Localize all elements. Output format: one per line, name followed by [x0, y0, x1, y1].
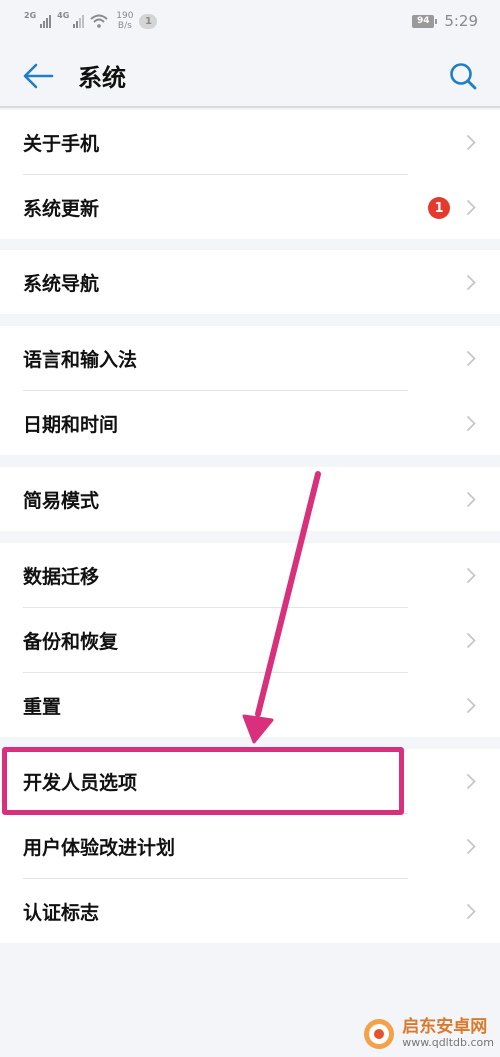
- chevron-right-icon: [466, 567, 476, 584]
- settings-group-3: 语言和输入法 日期和时间: [0, 326, 500, 455]
- watermark-logo-icon: [364, 1019, 395, 1049]
- back-arrow-icon[interactable]: [22, 61, 54, 91]
- chevron-right-icon: [466, 773, 476, 790]
- settings-item-developer-options[interactable]: 开发人员选项: [0, 749, 500, 813]
- item-label: 开发人员选项: [23, 771, 138, 794]
- status-left: 2G 4G 190 B/s 1: [24, 11, 158, 31]
- network-type-1: 2G: [24, 11, 37, 20]
- search-icon[interactable]: [448, 61, 478, 91]
- settings-item-language-input[interactable]: 语言和输入法: [0, 326, 500, 390]
- settings-group-4: 简易模式: [0, 467, 500, 531]
- settings-group-5: 数据迁移 备份和恢复 重置: [0, 543, 500, 737]
- settings-item-user-experience[interactable]: 用户体验改进计划: [0, 814, 500, 878]
- chevron-right-icon: [466, 838, 476, 855]
- chevron-right-icon: [466, 350, 476, 367]
- settings-item-backup-restore[interactable]: 备份和恢复: [0, 608, 500, 672]
- item-label: 系统更新: [23, 197, 100, 220]
- item-label: 认证标志: [23, 901, 100, 924]
- settings-item-certification[interactable]: 认证标志: [0, 879, 500, 943]
- watermark: 启东安卓网 www.qdltdb.com: [362, 1017, 494, 1051]
- item-label: 备份和恢复: [23, 630, 119, 653]
- battery-icon: 94: [412, 14, 438, 28]
- item-label: 数据迁移: [23, 565, 100, 588]
- chevron-right-icon: [466, 274, 476, 291]
- settings-group-1: 关于手机 系统更新 1: [0, 110, 500, 239]
- settings-item-system-navigation[interactable]: 系统导航: [0, 250, 500, 314]
- chevron-right-icon: [466, 632, 476, 649]
- item-label: 简易模式: [23, 489, 100, 512]
- watermark-text: 启东安卓网 www.qdltdb.com: [402, 1017, 494, 1050]
- status-bar: 2G 4G 190 B/s 1 94 5:29: [0, 0, 500, 42]
- settings-item-simple-mode[interactable]: 简易模式: [0, 467, 500, 531]
- battery-level: 94: [417, 16, 430, 26]
- speed-unit: B/s: [117, 21, 132, 31]
- speed-value: 190: [116, 11, 134, 21]
- settings-item-date-time[interactable]: 日期和时间: [0, 391, 500, 455]
- notification-count-badge: 1: [139, 13, 158, 29]
- page-title: 系统: [78, 64, 126, 92]
- update-count-badge: 1: [428, 197, 450, 219]
- status-right: 94 5:29: [412, 12, 478, 30]
- settings-group-2: 系统导航: [0, 250, 500, 314]
- settings-item-reset[interactable]: 重置: [0, 673, 500, 737]
- header-divider: [0, 106, 500, 108]
- chevron-right-icon: [466, 903, 476, 920]
- chevron-right-icon: [466, 697, 476, 714]
- chevron-right-icon: [466, 199, 476, 216]
- item-label: 关于手机: [23, 132, 100, 155]
- chevron-right-icon: [466, 491, 476, 508]
- item-label: 语言和输入法: [23, 348, 138, 371]
- signal-icon: [40, 14, 52, 28]
- wifi-icon: [90, 14, 108, 28]
- watermark-site-name: 启东安卓网: [402, 1017, 488, 1038]
- settings-item-about-phone[interactable]: 关于手机: [0, 110, 500, 174]
- app-header: 系统: [0, 44, 500, 106]
- network-speed: 190 B/s: [116, 11, 133, 31]
- settings-item-system-update[interactable]: 系统更新 1: [0, 175, 500, 239]
- settings-group-6: 开发人员选项 用户体验改进计划 认证标志: [0, 749, 500, 943]
- item-label: 系统导航: [23, 272, 100, 295]
- item-label: 重置: [23, 695, 62, 718]
- signal-icon: [73, 14, 85, 28]
- item-label: 用户体验改进计划: [23, 836, 176, 859]
- settings-item-data-migration[interactable]: 数据迁移: [0, 543, 500, 607]
- network-type-2: 4G: [57, 11, 70, 20]
- item-label: 日期和时间: [23, 413, 119, 436]
- watermark-url: www.qdltdb.com: [402, 1036, 494, 1050]
- chevron-right-icon: [466, 415, 476, 432]
- chevron-right-icon: [466, 134, 476, 151]
- clock: 5:29: [444, 12, 478, 30]
